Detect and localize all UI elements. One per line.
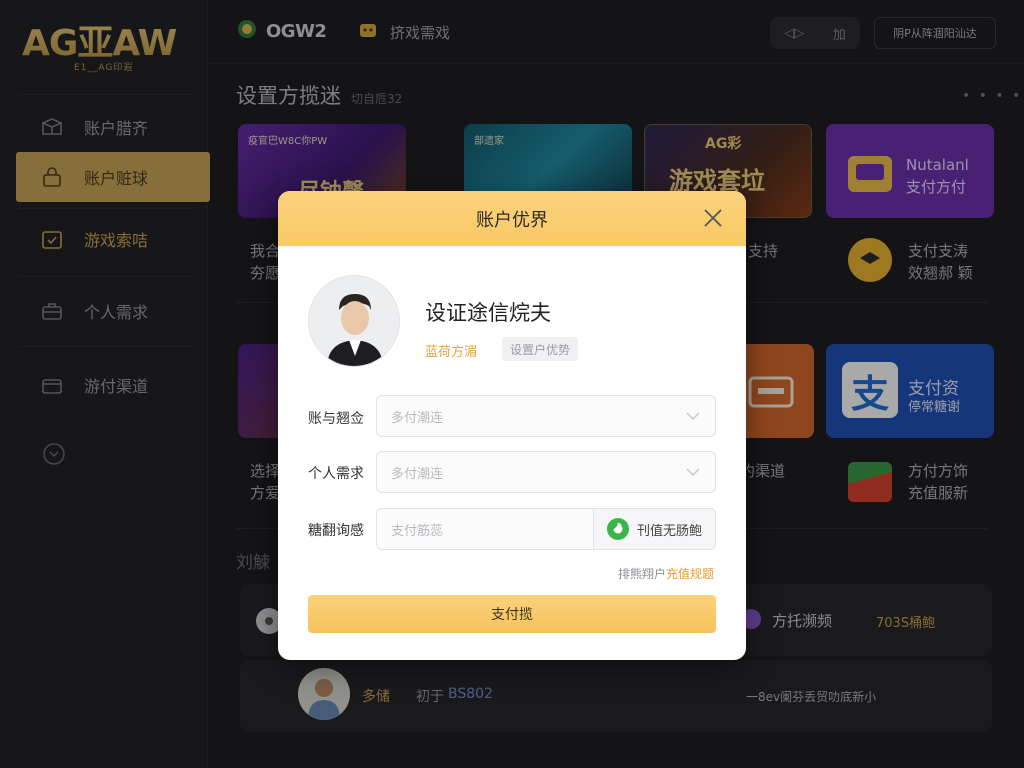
account-select[interactable]: 多付潮连 [376,395,716,437]
field-label: 个人需求 [308,466,364,482]
modal-header: 账户优界 [278,191,746,246]
user-link[interactable]: 蓝荷方湄 [425,341,477,360]
modal-title: 账户优界 [476,209,548,231]
close-icon[interactable] [702,207,724,229]
select-value: 多付潮连 [391,466,444,482]
chevron-down-icon [685,465,701,479]
verify-button-label: 刊值无肠鲍 [636,523,702,539]
note-text: 排熊翔户 [617,567,666,581]
note-link[interactable]: 充值规题 [666,567,714,581]
field-label: 糖翻询感 [308,523,364,539]
chevron-down-icon [685,409,701,423]
refresh-icon [606,518,629,540]
verify-button[interactable]: 刊值无肠鲍 [594,508,716,550]
submit-button[interactable]: 支付揽 [308,595,716,633]
needs-select[interactable]: 多付潮连 [376,451,716,493]
input-placeholder: 支付筋蕊 [391,523,444,539]
account-modal: 账户优界 设证途信烷夫 蓝荷方湄 设置户优势 账与翘佥 多付潮连 个人需求 多付… [278,191,746,660]
field-label: 账与翘佥 [308,411,364,427]
user-name: 设证途信烷夫 [425,301,551,325]
form-note: 排熊翔户充值规题 [618,565,714,582]
avatar [308,275,400,367]
code-input[interactable]: 支付筋蕊 [376,508,594,550]
select-value: 多付潮连 [391,410,444,426]
user-tag: 设置户优势 [502,337,579,361]
